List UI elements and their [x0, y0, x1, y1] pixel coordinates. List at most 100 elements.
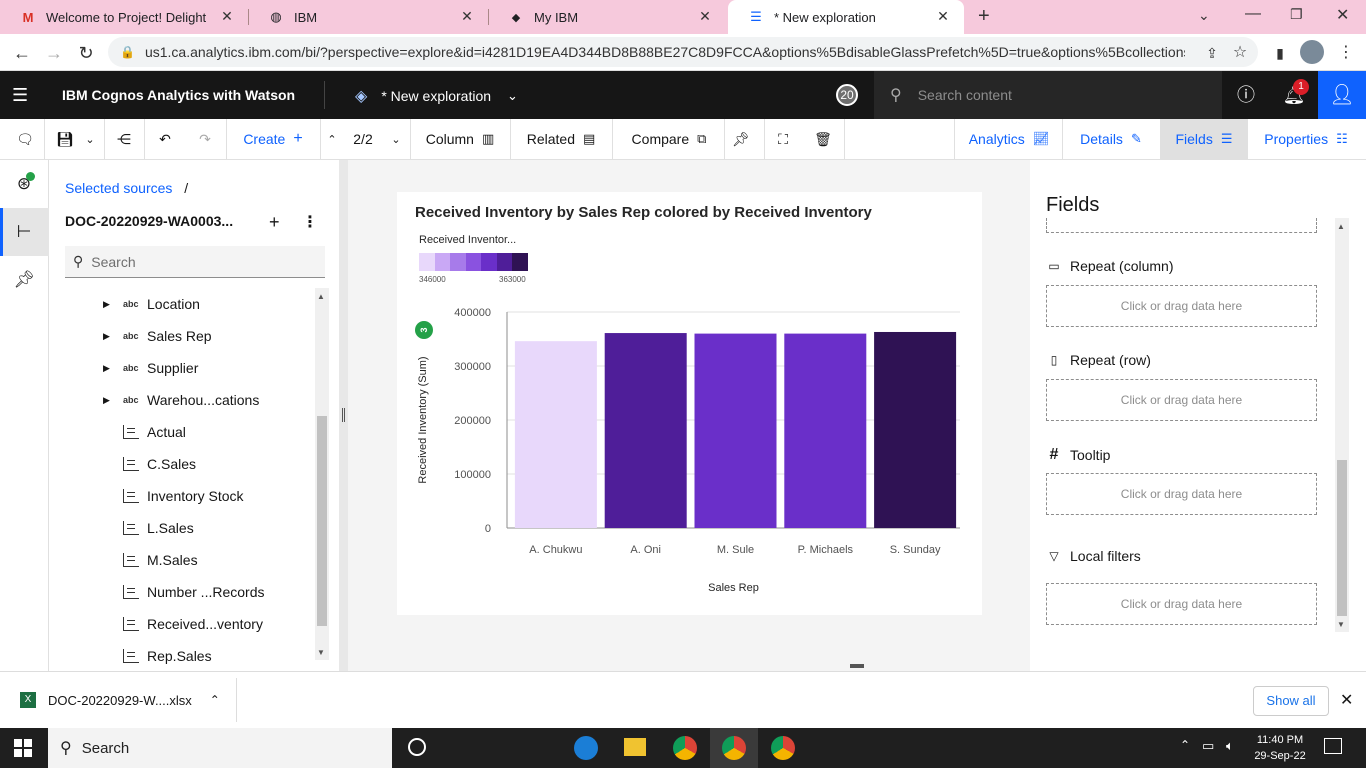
source-field-item[interactable]: Actual [49, 416, 319, 448]
dropzone-clipped[interactable] [1046, 218, 1317, 233]
tab-ibm[interactable]: ◍ IBM ✕ [248, 0, 488, 34]
chart-bar[interactable] [604, 333, 687, 528]
chevron-up-icon[interactable]: ⌃ [322, 119, 342, 159]
url-field[interactable]: 🔒 us1.ca.analytics.ibm.com/bi/?perspecti… [108, 37, 1258, 67]
sidebar-icon[interactable]: ▮ [1268, 41, 1292, 65]
source-field-item[interactable]: Rep.Sales [49, 640, 319, 672]
minimize-icon[interactable]: — [1245, 5, 1261, 23]
undo-icon[interactable]: ↶ [150, 119, 180, 159]
save-icon[interactable]: 💾︎ [50, 119, 80, 159]
focus-icon[interactable]: ⛶ [768, 119, 798, 159]
expand-caret-icon[interactable]: ▶ [103, 363, 110, 374]
properties-tab[interactable]: Properties ☷ [1250, 119, 1362, 159]
canvas-resize-handle[interactable] [850, 664, 864, 668]
fields-tab[interactable]: Fields ☰ [1160, 119, 1248, 159]
chart-bar[interactable] [694, 333, 777, 528]
expand-caret-icon[interactable]: ▶ [103, 299, 110, 310]
window-close-icon[interactable]: ✕ [1336, 5, 1349, 25]
close-icon[interactable]: ✕ [696, 8, 714, 25]
taskbar-clock[interactable]: 11:40 PM 29-Sep-22 [1250, 732, 1310, 764]
download-item[interactable]: X DOC-20220929-W....xlsx ⌃ [20, 692, 220, 708]
source-field-item[interactable]: Inventory Stock [49, 480, 319, 512]
redo-icon[interactable]: ↷ [190, 119, 220, 159]
show-all-button[interactable]: Show all [1253, 686, 1329, 716]
chart-bar[interactable] [874, 331, 957, 528]
notifications-center-icon[interactable] [1324, 738, 1342, 754]
comment-icon[interactable]: 🗨︎ [10, 119, 40, 159]
close-icon[interactable]: ✕ [1340, 690, 1353, 710]
edge-icon[interactable] [574, 736, 598, 760]
pin-icon[interactable]: 📌︎ [12, 268, 36, 292]
back-icon[interactable]: ← [10, 41, 34, 65]
bookmark-star-icon[interactable]: ☆ [1228, 41, 1252, 65]
chart-bar[interactable] [784, 333, 867, 528]
tray-chevron-icon[interactable]: ⌃ [1180, 738, 1190, 752]
taskbar-search[interactable]: ⚲ Search [48, 728, 392, 768]
menu-dots-icon[interactable]: ⋮ [1334, 41, 1358, 65]
source-field-item[interactable]: ▶ abc Supplier [49, 352, 319, 384]
tab-search-icon[interactable]: ⌄ [1198, 7, 1210, 24]
scroll-down-icon[interactable]: ▼ [1337, 620, 1345, 629]
volume-icon[interactable]: 🔈︎ [1226, 738, 1234, 754]
chrome-active-icon[interactable] [722, 736, 746, 760]
hamburger-menu-icon[interactable]: ☰ [12, 85, 28, 106]
expand-caret-icon[interactable]: ▶ [103, 331, 110, 342]
help-icon[interactable]: ⓘ [1234, 83, 1258, 107]
local-filters-dropzone[interactable]: Click or drag data here [1046, 583, 1317, 625]
delete-icon[interactable]: 🗑︎ [808, 119, 838, 159]
source-field-item[interactable]: M.Sales [49, 544, 319, 576]
restore-icon[interactable]: ❐ [1290, 6, 1303, 23]
source-field-item[interactable]: L.Sales [49, 512, 319, 544]
compare-button[interactable]: Compare ⧉ [614, 119, 724, 159]
task-view-icon[interactable] [408, 738, 426, 756]
repeat-column-dropzone[interactable]: Click or drag data here [1046, 285, 1317, 327]
file-explorer-icon[interactable] [624, 738, 646, 756]
tooltip-dropzone[interactable]: Click or drag data here [1046, 473, 1317, 515]
overflow-menu-icon[interactable]: ⋮ [302, 212, 318, 232]
selected-sources-link[interactable]: Selected sources [65, 180, 172, 196]
forward-icon[interactable]: → [42, 41, 66, 65]
data-tree-icon[interactable]: ⊢ [12, 220, 36, 244]
user-avatar-icon[interactable]: 👤︎ [1318, 71, 1366, 119]
close-icon[interactable]: ✕ [458, 8, 476, 25]
close-icon[interactable]: ✕ [934, 8, 952, 25]
scroll-down-icon[interactable]: ▼ [317, 648, 325, 657]
fields-scrollbar-thumb[interactable] [1337, 460, 1347, 616]
create-button[interactable]: Create + [228, 119, 318, 159]
chart-bar[interactable] [514, 341, 597, 528]
source-search-input[interactable]: ⚲ Search [65, 246, 325, 278]
exploration-count-badge[interactable]: 20 [836, 84, 858, 106]
search-content-input[interactable]: ⚲ Search content [874, 71, 1222, 119]
save-chevron-icon[interactable]: ⌄ [80, 119, 100, 159]
splitter-handle-icon[interactable] [342, 408, 345, 422]
chrome-profile-icon[interactable] [771, 736, 795, 760]
column-chart-button[interactable]: Column ▥ [412, 119, 508, 159]
source-field-item[interactable]: ▶ abc Warehou...cations [49, 384, 319, 416]
share-icon[interactable]: ⇪ [1200, 41, 1224, 65]
scroll-up-icon[interactable]: ▲ [317, 292, 325, 301]
close-icon[interactable]: ✕ [218, 8, 236, 25]
add-source-icon[interactable]: + [269, 212, 280, 233]
source-field-item[interactable]: Number ...Records [49, 576, 319, 608]
details-tab[interactable]: Details ✎ [1064, 119, 1158, 159]
chrome-icon[interactable] [673, 736, 697, 760]
reload-icon[interactable]: ↻ [74, 41, 98, 65]
scroll-up-icon[interactable]: ▲ [1337, 222, 1345, 231]
related-button[interactable]: Related ▤ [512, 119, 610, 159]
panel-splitter[interactable] [339, 160, 348, 671]
tab-new-exploration[interactable]: ☰ * New exploration ✕ [728, 0, 964, 34]
profile-avatar[interactable] [1300, 40, 1324, 64]
pin-icon[interactable]: 📌︎ [726, 119, 756, 159]
share-icon[interactable]: ⋲ [110, 119, 138, 159]
expand-caret-icon[interactable]: ▶ [103, 395, 110, 406]
source-field-item[interactable]: ▶ abc Sales Rep [49, 320, 319, 352]
source-field-item[interactable]: ▶ abc Location [49, 288, 319, 320]
chevron-down-icon[interactable]: ⌄ [386, 119, 406, 159]
source-scrollbar-thumb[interactable] [317, 416, 327, 626]
tab-my-ibm[interactable]: ◆ My IBM ✕ [488, 0, 726, 34]
chevron-up-icon[interactable]: ⌃ [210, 693, 220, 707]
network-icon[interactable]: ▭ [1202, 738, 1214, 754]
source-field-item[interactable]: C.Sales [49, 448, 319, 480]
repeat-row-dropzone[interactable]: Click or drag data here [1046, 379, 1317, 421]
tab-gmail[interactable]: M Welcome to Project! Delighted to ✕ [0, 0, 248, 34]
